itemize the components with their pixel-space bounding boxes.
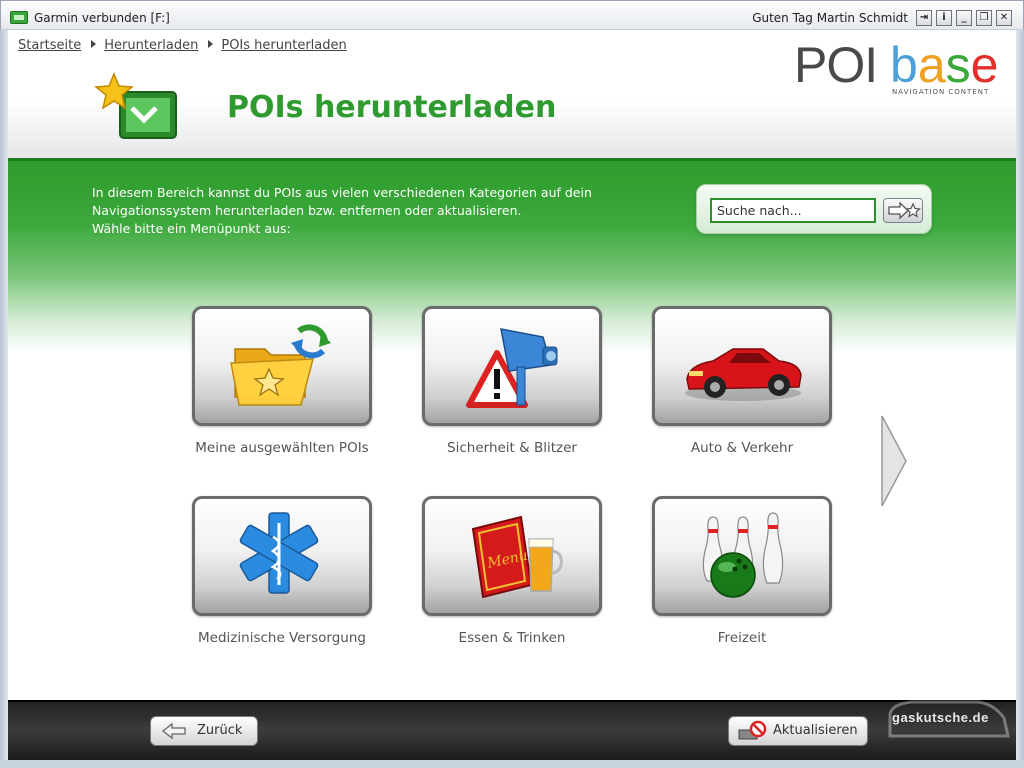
window-frame-right xyxy=(1016,30,1024,768)
close-button[interactable]: ✕ xyxy=(996,10,1012,26)
menu-beer-icon: Menu xyxy=(471,515,563,599)
page-title: POIs herunterladen xyxy=(227,90,557,125)
footer-bar: Zurück Aktualisieren gaskutsche.de xyxy=(8,700,1016,760)
logout-button[interactable]: ⇥ xyxy=(916,10,932,26)
tile-freizeit[interactable]: Freizeit xyxy=(652,496,832,646)
user-greeting: Guten Tag Martin Schmidt xyxy=(752,11,908,25)
maximize-button[interactable]: ❐ xyxy=(976,10,992,26)
tile-button[interactable]: Menu xyxy=(422,496,602,616)
update-disabled-icon xyxy=(738,720,767,740)
main-content: In diesem Bereich kannst du POIs aus vie… xyxy=(8,158,1016,700)
tile-button[interactable] xyxy=(652,496,832,616)
watermark: gaskutsche.de xyxy=(882,696,1012,746)
speed-camera-icon xyxy=(466,328,558,408)
breadcrumb-pois-herunterladen[interactable]: POIs herunterladen xyxy=(221,38,346,53)
search-input[interactable] xyxy=(710,198,876,223)
tile-sicherheit-blitzer[interactable]: Sicherheit & Blitzer xyxy=(422,306,602,456)
tile-label: Auto & Verkehr xyxy=(690,440,794,456)
search-panel xyxy=(696,184,932,234)
medical-star-icon xyxy=(239,512,319,594)
breadcrumb-herunterladen[interactable]: Herunterladen xyxy=(104,38,198,53)
breadcrumb: Startseite Herunterladen POIs herunterlade… xyxy=(18,38,347,53)
tile-button[interactable] xyxy=(192,306,372,426)
poibase-logo: POI base NAVIGATION CONTENT xyxy=(794,37,999,96)
search-button[interactable] xyxy=(883,198,923,223)
device-connected-icon xyxy=(10,11,28,24)
back-button[interactable]: Zurück xyxy=(150,716,258,746)
page-header: Startseite Herunterladen POIs herunterlade… xyxy=(8,30,1016,158)
tile-meine-pois[interactable]: Meine ausgewählten POIs xyxy=(192,306,372,456)
tile-button[interactable] xyxy=(192,496,372,616)
tile-button[interactable] xyxy=(652,306,832,426)
download-star-icon xyxy=(94,72,177,139)
car-icon xyxy=(685,348,802,401)
breadcrumb-separator-icon xyxy=(208,40,214,48)
update-button-label: Aktualisieren xyxy=(773,723,858,738)
minimize-button[interactable]: _ xyxy=(956,10,972,26)
window-titlebar: Garmin verbunden [F:] Guten Tag Martin S… xyxy=(0,0,1024,30)
breadcrumb-startseite[interactable]: Startseite xyxy=(18,38,81,53)
back-arrow-icon xyxy=(161,722,186,740)
tile-label: Medizinische Versorgung xyxy=(198,630,366,646)
next-page-arrow-icon[interactable] xyxy=(880,414,908,508)
info-button[interactable]: i xyxy=(936,10,952,26)
tile-label: Freizeit xyxy=(717,630,767,646)
tile-button[interactable] xyxy=(422,306,602,426)
tile-medizinische-versorgung[interactable]: Medizinische Versorgung xyxy=(192,496,372,646)
tile-label: Meine ausgewählten POIs xyxy=(195,440,369,456)
breadcrumb-separator-icon xyxy=(91,40,97,48)
arrow-star-icon xyxy=(888,201,921,220)
watermark-text: gaskutsche.de xyxy=(892,710,989,725)
update-button[interactable]: Aktualisieren xyxy=(728,716,868,746)
folder-star-icon xyxy=(230,324,331,406)
window-title: Garmin verbunden [F:] xyxy=(34,11,170,25)
tile-label: Sicherheit & Blitzer xyxy=(447,440,577,456)
window-frame-left xyxy=(0,30,8,768)
tile-auto-verkehr[interactable]: Auto & Verkehr xyxy=(652,306,832,456)
tile-essen-trinken[interactable]: Menu Essen & Trinken xyxy=(422,496,602,646)
bowling-icon xyxy=(702,512,784,598)
back-button-label: Zurück xyxy=(197,723,243,738)
intro-text: In diesem Bereich kannst du POIs aus vie… xyxy=(92,185,592,236)
window-frame-bottom xyxy=(0,760,1024,768)
tile-label: Essen & Trinken xyxy=(458,630,566,646)
